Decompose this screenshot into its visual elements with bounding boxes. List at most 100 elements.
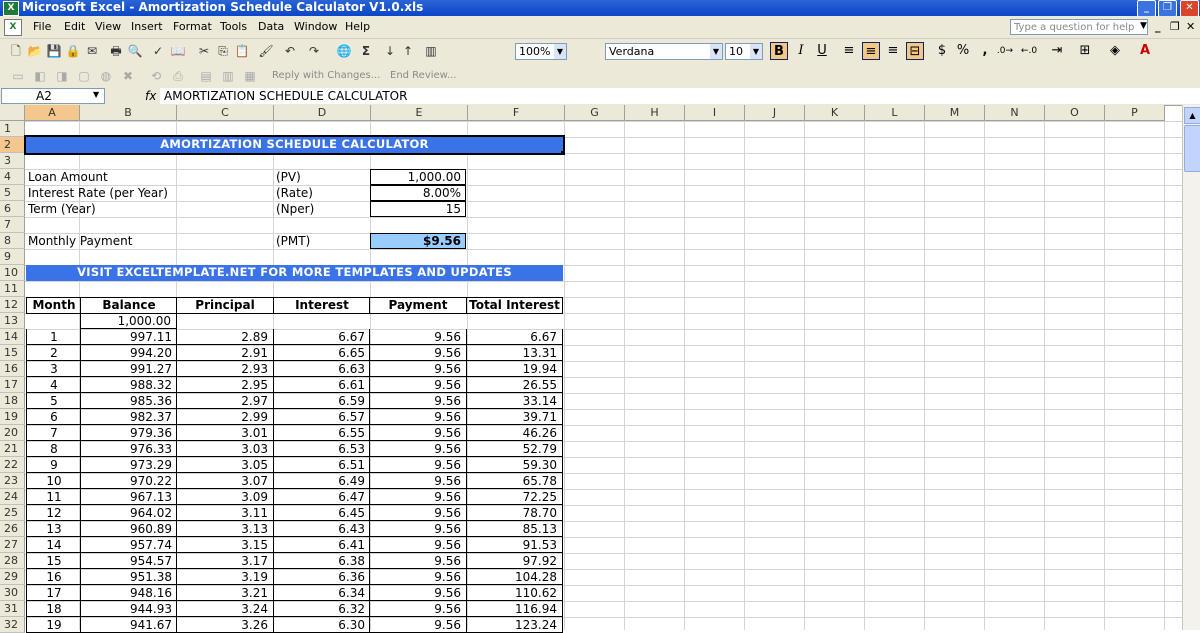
row-header[interactable]: 24 <box>0 489 25 505</box>
sort-ascending-icon[interactable]: ↓ <box>382 43 398 59</box>
table-cell[interactable]: 957.74 <box>80 537 177 553</box>
scroll-up-icon[interactable]: ▲ <box>1184 107 1200 124</box>
row-header[interactable]: 13 <box>0 313 25 329</box>
table-cell[interactable]: 960.89 <box>80 521 177 537</box>
column-header[interactable]: M <box>925 105 985 121</box>
table-cell[interactable]: 9.56 <box>369 329 466 345</box>
table-cell[interactable]: 985.36 <box>80 393 177 409</box>
table-cell[interactable]: 9.56 <box>369 409 466 425</box>
table-cell[interactable]: 9.56 <box>369 345 466 361</box>
table-cell[interactable]: 11 <box>26 489 81 505</box>
opening-balance[interactable]: 1,000.00 <box>80 313 177 329</box>
table-cell[interactable]: 14 <box>26 537 81 553</box>
row-header[interactable]: 12 <box>0 297 25 313</box>
table-cell[interactable]: 967.13 <box>80 489 177 505</box>
table-cell[interactable]: 1 <box>26 329 81 345</box>
row-header[interactable]: 14 <box>0 329 25 345</box>
close-button[interactable]: ✕ <box>1180 0 1199 17</box>
table-cell[interactable]: 973.29 <box>80 457 177 473</box>
table-cell[interactable]: 6.59 <box>273 393 370 409</box>
table-header[interactable]: Month <box>26 297 81 314</box>
table-cell[interactable]: 52.79 <box>466 441 563 457</box>
table-cell[interactable]: 85.13 <box>466 521 563 537</box>
show-hide-icon[interactable]: ▭ <box>10 68 26 84</box>
row-header[interactable]: 28 <box>0 553 25 569</box>
table-cell[interactable]: 6.30 <box>273 617 370 633</box>
column-header[interactable]: N <box>985 105 1045 121</box>
table-cell[interactable]: 994.20 <box>80 345 177 361</box>
research-icon[interactable]: 📖 <box>170 43 186 59</box>
insert-voice-icon[interactable]: ▥ <box>220 68 236 84</box>
table-cell[interactable]: 2.89 <box>176 329 273 345</box>
column-header[interactable]: H <box>625 105 685 121</box>
name-box[interactable]: A2 <box>1 88 105 104</box>
table-cell[interactable]: 3.24 <box>176 601 273 617</box>
table-header[interactable]: Payment <box>369 297 466 314</box>
table-cell[interactable]: 6.49 <box>273 473 370 489</box>
font-select[interactable]: Verdana ▼ <box>605 43 723 60</box>
table-cell[interactable]: 9.56 <box>369 457 466 473</box>
table-cell[interactable]: 6.67 <box>466 329 563 345</box>
table-cell[interactable]: 9.56 <box>369 553 466 569</box>
open-icon[interactable]: 📂 <box>27 43 43 59</box>
table-cell[interactable]: 46.26 <box>466 425 563 441</box>
column-header[interactable]: P <box>1105 105 1165 121</box>
previous-comment-icon[interactable]: ◧ <box>32 68 48 84</box>
align-left-icon[interactable]: ≡ <box>840 42 858 60</box>
column-header[interactable]: B <box>80 105 177 121</box>
table-cell[interactable]: 6.63 <box>273 361 370 377</box>
table-cell[interactable]: 6.65 <box>273 345 370 361</box>
help-dropdown-icon[interactable]: ▼ <box>1140 21 1147 31</box>
delete-comment-icon[interactable]: ✖ <box>120 68 136 84</box>
track-changes-icon[interactable]: ⟲ <box>148 68 164 84</box>
table-cell[interactable]: 104.28 <box>466 569 563 585</box>
row-header[interactable]: 2 <box>0 137 25 153</box>
spelling-icon[interactable]: ✓ <box>150 43 166 59</box>
table-cell[interactable]: 13.31 <box>466 345 563 361</box>
table-cell[interactable]: 2 <box>26 345 81 361</box>
table-cell[interactable]: 3.19 <box>176 569 273 585</box>
minimize-button[interactable]: _ <box>1137 0 1156 17</box>
formula-input[interactable]: AMORTIZATION SCHEDULE CALCULATOR <box>160 88 1200 104</box>
column-header[interactable]: D <box>274 105 371 121</box>
menu-data[interactable]: Data <box>258 20 284 33</box>
table-cell[interactable]: 9.56 <box>369 521 466 537</box>
row-header[interactable]: 31 <box>0 601 25 617</box>
table-cell[interactable]: 72.25 <box>466 489 563 505</box>
font-size-select[interactable]: 10 ▼ <box>725 43 763 60</box>
italic-button[interactable]: I <box>792 42 810 60</box>
table-header[interactable]: Interest <box>273 297 370 314</box>
table-cell[interactable]: 6.57 <box>273 409 370 425</box>
table-cell[interactable]: 6.38 <box>273 553 370 569</box>
table-cell[interactable]: 97.92 <box>466 553 563 569</box>
merge-center-icon[interactable]: ⊟ <box>906 42 924 60</box>
table-cell[interactable]: 8 <box>26 441 81 457</box>
table-cell[interactable]: 9.56 <box>369 505 466 521</box>
row-header[interactable]: 1 <box>0 121 25 137</box>
row-header[interactable]: 26 <box>0 521 25 537</box>
table-cell[interactable]: 964.02 <box>80 505 177 521</box>
table-cell[interactable]: 3.03 <box>176 441 273 457</box>
table-cell[interactable]: 3.26 <box>176 617 273 633</box>
bold-button[interactable]: B <box>770 42 788 60</box>
sheet-title[interactable]: AMORTIZATION SCHEDULE CALCULATOR <box>24 135 565 155</box>
table-cell[interactable]: 26.55 <box>466 377 563 393</box>
comment-icon[interactable]: ▢ <box>76 68 92 84</box>
reviewing-pane-icon[interactable]: ▤ <box>198 68 214 84</box>
table-cell[interactable]: 2.97 <box>176 393 273 409</box>
table-cell[interactable]: 91.53 <box>466 537 563 553</box>
column-header[interactable]: G <box>565 105 625 121</box>
term-input[interactable]: 15 <box>370 201 466 217</box>
email-icon[interactable]: ✉ <box>84 43 100 59</box>
table-cell[interactable]: 3.11 <box>176 505 273 521</box>
table-cell[interactable]: 6.53 <box>273 441 370 457</box>
table-cell[interactable]: 944.93 <box>80 601 177 617</box>
fill-handle[interactable] <box>561 151 565 155</box>
restore-button[interactable]: ❐ <box>1158 0 1177 17</box>
visit-banner[interactable]: VISIT EXCELTEMPLATE.NET FOR MORE TEMPLAT… <box>26 265 563 281</box>
end-review-button[interactable]: End Review... <box>390 70 456 81</box>
doc-close-button[interactable]: ✕ <box>1186 20 1195 33</box>
table-cell[interactable]: 6 <box>26 409 81 425</box>
table-cell[interactable]: 979.36 <box>80 425 177 441</box>
print-icon[interactable]: 🖶 <box>108 43 124 59</box>
